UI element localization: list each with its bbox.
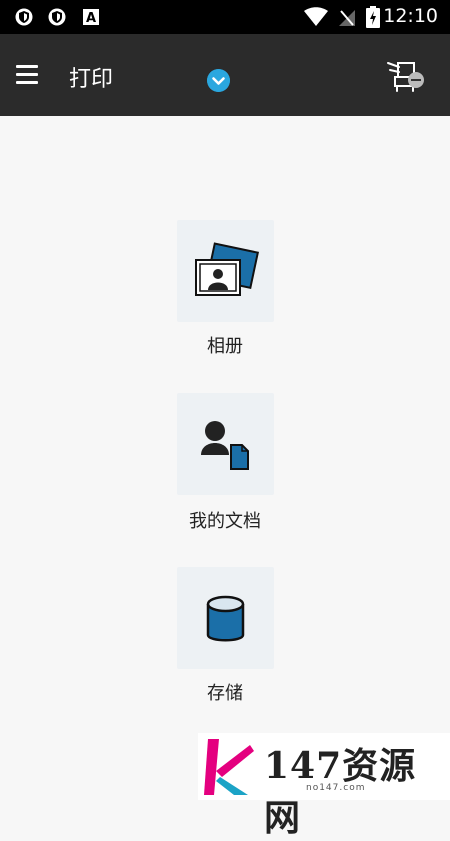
storage-label: 存储 xyxy=(207,683,243,704)
watermark-logo: 147资源网 no147.com xyxy=(198,733,450,839)
battery-charging-icon xyxy=(366,6,380,28)
my-documents-tile[interactable] xyxy=(177,393,274,495)
storage-cylinder-icon xyxy=(206,595,245,642)
main-content: 相册 我的文档 存储 xyxy=(0,116,450,800)
status-time: 12:10 xyxy=(383,5,438,27)
watermark-k-logo-icon xyxy=(204,739,254,795)
svg-text:A: A xyxy=(86,11,96,26)
hamburger-menu-icon[interactable] xyxy=(16,65,38,85)
album-label: 相册 xyxy=(207,336,243,357)
user-document-icon xyxy=(201,421,249,470)
status-bar: A 12:10 xyxy=(0,0,450,34)
page-title: 打印 xyxy=(69,67,114,92)
no-sim-icon xyxy=(339,10,355,26)
wifi-icon xyxy=(304,7,328,26)
printer-disconnected-icon[interactable] xyxy=(385,58,425,96)
storage-tile[interactable] xyxy=(177,567,274,669)
shield-icon xyxy=(48,8,66,26)
my-documents-label: 我的文档 xyxy=(189,511,261,532)
shield-icon xyxy=(15,8,33,26)
photo-album-icon xyxy=(195,242,260,296)
album-tile[interactable] xyxy=(177,220,274,322)
chevron-down-icon[interactable] xyxy=(207,69,230,92)
watermark-subtext: no147.com xyxy=(306,783,366,793)
font-a-icon: A xyxy=(83,9,99,26)
